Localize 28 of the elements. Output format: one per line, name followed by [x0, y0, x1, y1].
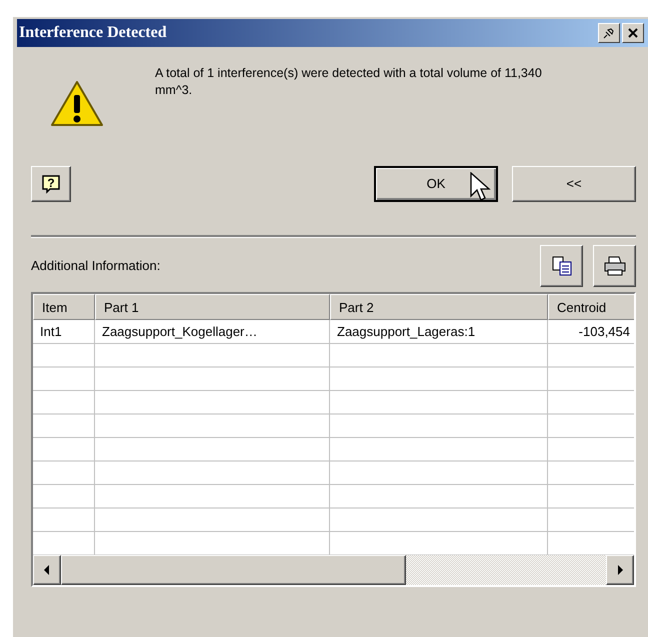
help-icon: ? — [41, 174, 61, 194]
table-cell: -103,454 — [548, 320, 634, 344]
column-header[interactable]: Part 1 — [95, 294, 330, 320]
ok-button[interactable]: OK — [374, 166, 498, 202]
window-title: Interference Detected — [19, 23, 168, 43]
help-button[interactable]: ? — [31, 166, 71, 202]
table-cell: Int1 — [33, 320, 95, 344]
section-label: Additional Information: — [31, 257, 162, 276]
pin-icon — [603, 27, 615, 39]
column-header[interactable]: Part 2 — [330, 294, 548, 320]
horizontal-scrollbar[interactable] — [33, 554, 634, 584]
table-cell: Zaagsupport_Lageras:1 — [330, 320, 548, 344]
close-icon — [627, 27, 639, 39]
print-button[interactable] — [593, 245, 636, 287]
scrollbar-thumb[interactable] — [61, 554, 406, 584]
column-header[interactable]: Item — [33, 294, 95, 320]
copy-icon — [550, 255, 572, 277]
collapse-button[interactable]: << — [512, 166, 636, 202]
column-header[interactable]: Centroid — [548, 294, 634, 320]
scroll-right-icon — [616, 564, 624, 574]
message-text: A total of 1 interference(s) were detected with a total volume of 11,340 mm^3. — [155, 65, 543, 99]
table-cell: Zaagsupport_Kogellager… — [95, 320, 330, 344]
warning-icon — [49, 79, 105, 129]
scroll-left-icon — [43, 564, 51, 574]
copy-button[interactable] — [540, 245, 583, 287]
printer-icon — [602, 255, 626, 277]
pin-button[interactable] — [598, 23, 620, 43]
close-button[interactable] — [622, 23, 644, 43]
